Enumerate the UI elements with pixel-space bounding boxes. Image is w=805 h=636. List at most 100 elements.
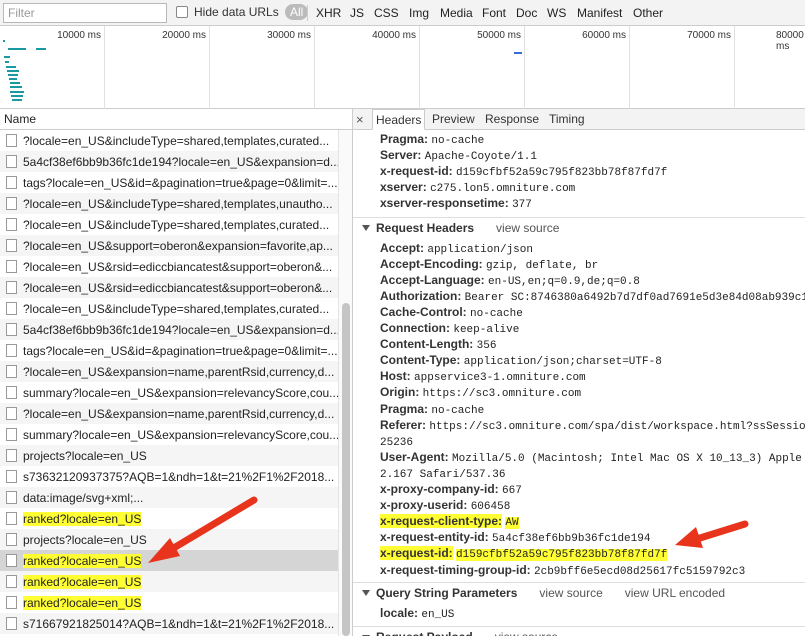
- header-key: Server:: [380, 148, 422, 163]
- type-filter-doc[interactable]: Doc: [516, 6, 537, 20]
- document-icon: [6, 533, 17, 546]
- type-filter-other[interactable]: Other: [633, 6, 663, 20]
- header-value: Mozilla/5.0 (Macintosh; Intel Mac OS X 1…: [452, 452, 802, 465]
- tab-timing[interactable]: Timing: [546, 109, 588, 130]
- query-string-section[interactable]: Query String Parameters view source view U…: [353, 581, 805, 602]
- header-key: x-request-id:: [380, 164, 453, 179]
- request-name: ranked?locale=en_US: [23, 511, 142, 526]
- name-column-header[interactable]: Name: [0, 109, 352, 130]
- tab-preview[interactable]: Preview: [429, 109, 478, 130]
- tab-response[interactable]: Response: [482, 109, 542, 130]
- request-row[interactable]: ?locale=en_US&includeType=shared,templat…: [0, 214, 338, 235]
- request-row[interactable]: ?locale=en_US&includeType=shared,templat…: [0, 193, 338, 214]
- hide-data-urls-checkbox[interactable]: [176, 6, 188, 18]
- request-row[interactable]: ?locale=en_US&includeType=shared,templat…: [0, 298, 338, 319]
- header-value: 356: [476, 340, 497, 353]
- response-header-line: xserver-responsetime: 377: [380, 195, 532, 211]
- request-row[interactable]: ranked?locale=en_US: [0, 508, 338, 529]
- view-source-link[interactable]: view source: [539, 586, 602, 600]
- waterfall-bar: [4, 56, 10, 58]
- waterfall-bar: [8, 48, 26, 50]
- request-row[interactable]: ?locale=en_US&rsid=ediccbiancatest&suppo…: [0, 256, 338, 277]
- request-header-line: Accept-Language: en-US,en;q=0.9,de;q=0.8: [380, 272, 640, 288]
- header-value: d159cfbf52a59c795f823bb78f87fd7f: [456, 549, 668, 562]
- filter-toolbar: Filter Hide data URLs All XHR JS CSS Img…: [0, 0, 805, 26]
- request-row[interactable]: ranked?locale=en_US: [0, 571, 338, 592]
- toolbar-divider: [307, 5, 308, 21]
- request-row[interactable]: ranked?locale=en_US: [0, 550, 338, 571]
- request-payload-section[interactable]: Request Payload view source: [353, 625, 805, 636]
- document-icon: [6, 260, 17, 273]
- request-row[interactable]: ?locale=en_US&rsid=ediccbiancatest&suppo…: [0, 277, 338, 298]
- header-key: x-proxy-userid:: [380, 498, 468, 513]
- request-row[interactable]: summary?locale=en_US&expansion=relevancy…: [0, 382, 338, 403]
- document-icon: [6, 281, 17, 294]
- document-icon: [6, 617, 17, 630]
- type-filter-media[interactable]: Media: [440, 6, 473, 20]
- request-row[interactable]: 5a4cf38ef6bb9b36fc1de194?locale=en_US&ex…: [0, 151, 338, 172]
- type-filter-img[interactable]: Img: [409, 6, 429, 20]
- request-headers-section[interactable]: Request Headers view source: [353, 216, 805, 237]
- waterfall-bar: [6, 66, 16, 68]
- overview-gridline: [209, 26, 210, 109]
- view-url-encoded-link[interactable]: view URL encoded: [625, 586, 725, 600]
- request-row[interactable]: ranked?locale=en_US: [0, 592, 338, 613]
- request-row[interactable]: ?locale=en_US&expansion=name,parentRsid,…: [0, 403, 338, 424]
- overview-tick-label: 10000 ms: [57, 30, 101, 41]
- overview-gridline: [734, 26, 735, 109]
- document-icon: [6, 323, 17, 336]
- request-row[interactable]: s73632120937375?AQB=1&ndh=1&t=21%2F1%2F2…: [0, 466, 338, 487]
- tab-headers[interactable]: Headers: [372, 109, 426, 130]
- document-icon: [6, 428, 17, 441]
- request-row[interactable]: summary?locale=en_US&expansion=relevancy…: [0, 424, 338, 445]
- type-filter-font[interactable]: Font: [482, 6, 506, 20]
- view-source-link[interactable]: view source: [496, 221, 559, 235]
- waterfall-bar: [7, 70, 19, 72]
- request-row[interactable]: ?locale=en_US&includeType=shared,templat…: [0, 130, 338, 151]
- header-value: 2.167 Safari/537.36: [380, 468, 506, 481]
- request-header-line: x-proxy-userid: 606458: [380, 497, 510, 513]
- document-icon: [6, 302, 17, 315]
- document-icon: [6, 134, 17, 147]
- type-filter-all[interactable]: All: [285, 4, 309, 20]
- type-filter-manifest[interactable]: Manifest: [577, 6, 622, 20]
- request-row[interactable]: 5a4cf38ef6bb9b36fc1de194?locale=en_US&ex…: [0, 319, 338, 340]
- header-key: x-proxy-company-id:: [380, 482, 499, 496]
- request-name: ?locale=en_US&includeType=shared,templat…: [23, 217, 330, 232]
- request-name: ?locale=en_US&includeType=shared,templat…: [23, 133, 330, 148]
- request-row[interactable]: ?locale=en_US&support=oberon&expansion=f…: [0, 235, 338, 256]
- overview-tick-label: 40000 ms: [372, 30, 416, 41]
- request-row[interactable]: projects?locale=en_US: [0, 445, 338, 466]
- type-filter-css[interactable]: CSS: [374, 6, 399, 20]
- overview-tick-label: 20000 ms: [162, 30, 206, 41]
- request-row[interactable]: data:image/svg+xml;...: [0, 487, 338, 508]
- filter-input[interactable]: Filter: [3, 3, 167, 23]
- type-filter-js[interactable]: JS: [350, 6, 364, 20]
- request-row[interactable]: tags?locale=en_US&id=&pagination=true&pa…: [0, 340, 338, 361]
- header-key: x-request-id:: [380, 546, 453, 561]
- waterfall-bar: [36, 48, 46, 50]
- section-title: Request Headers: [376, 220, 475, 235]
- expand-triangle-icon[interactable]: [362, 225, 370, 232]
- header-key: Cache-Control:: [380, 304, 467, 319]
- hide-data-urls-toggle[interactable]: Hide data URLs: [176, 5, 279, 19]
- waterfall-bar: [514, 52, 522, 54]
- view-source-link[interactable]: view source: [495, 630, 558, 636]
- request-row[interactable]: s71667921825014?AQB=1&ndh=1&t=21%2F1%2F2…: [0, 613, 338, 634]
- document-icon: [6, 365, 17, 378]
- request-name: ?locale=en_US&expansion=name,parentRsid,…: [23, 406, 335, 421]
- request-header-line: Connection: keep-alive: [380, 320, 519, 336]
- close-icon[interactable]: ×: [356, 112, 364, 127]
- request-row[interactable]: projects?locale=en_US: [0, 529, 338, 550]
- scrollbar-thumb[interactable]: [342, 303, 350, 636]
- request-row[interactable]: tags?locale=en_US&id=&pagination=true&pa…: [0, 172, 338, 193]
- type-filter-xhr[interactable]: XHR: [316, 6, 341, 20]
- request-name: 5a4cf38ef6bb9b36fc1de194?locale=en_US&ex…: [23, 154, 338, 169]
- expand-triangle-icon[interactable]: [362, 590, 370, 597]
- type-filter-ws[interactable]: WS: [547, 6, 566, 20]
- request-row[interactable]: ?locale=en_US&expansion=name,parentRsid,…: [0, 361, 338, 382]
- waterfall-bar: [10, 82, 20, 84]
- network-overview[interactable]: 10000 ms 20000 ms 30000 ms 40000 ms 5000…: [0, 26, 805, 109]
- request-list-scrollbar[interactable]: [338, 130, 352, 636]
- request-name: tags?locale=en_US&id=&pagination=true&pa…: [23, 175, 338, 190]
